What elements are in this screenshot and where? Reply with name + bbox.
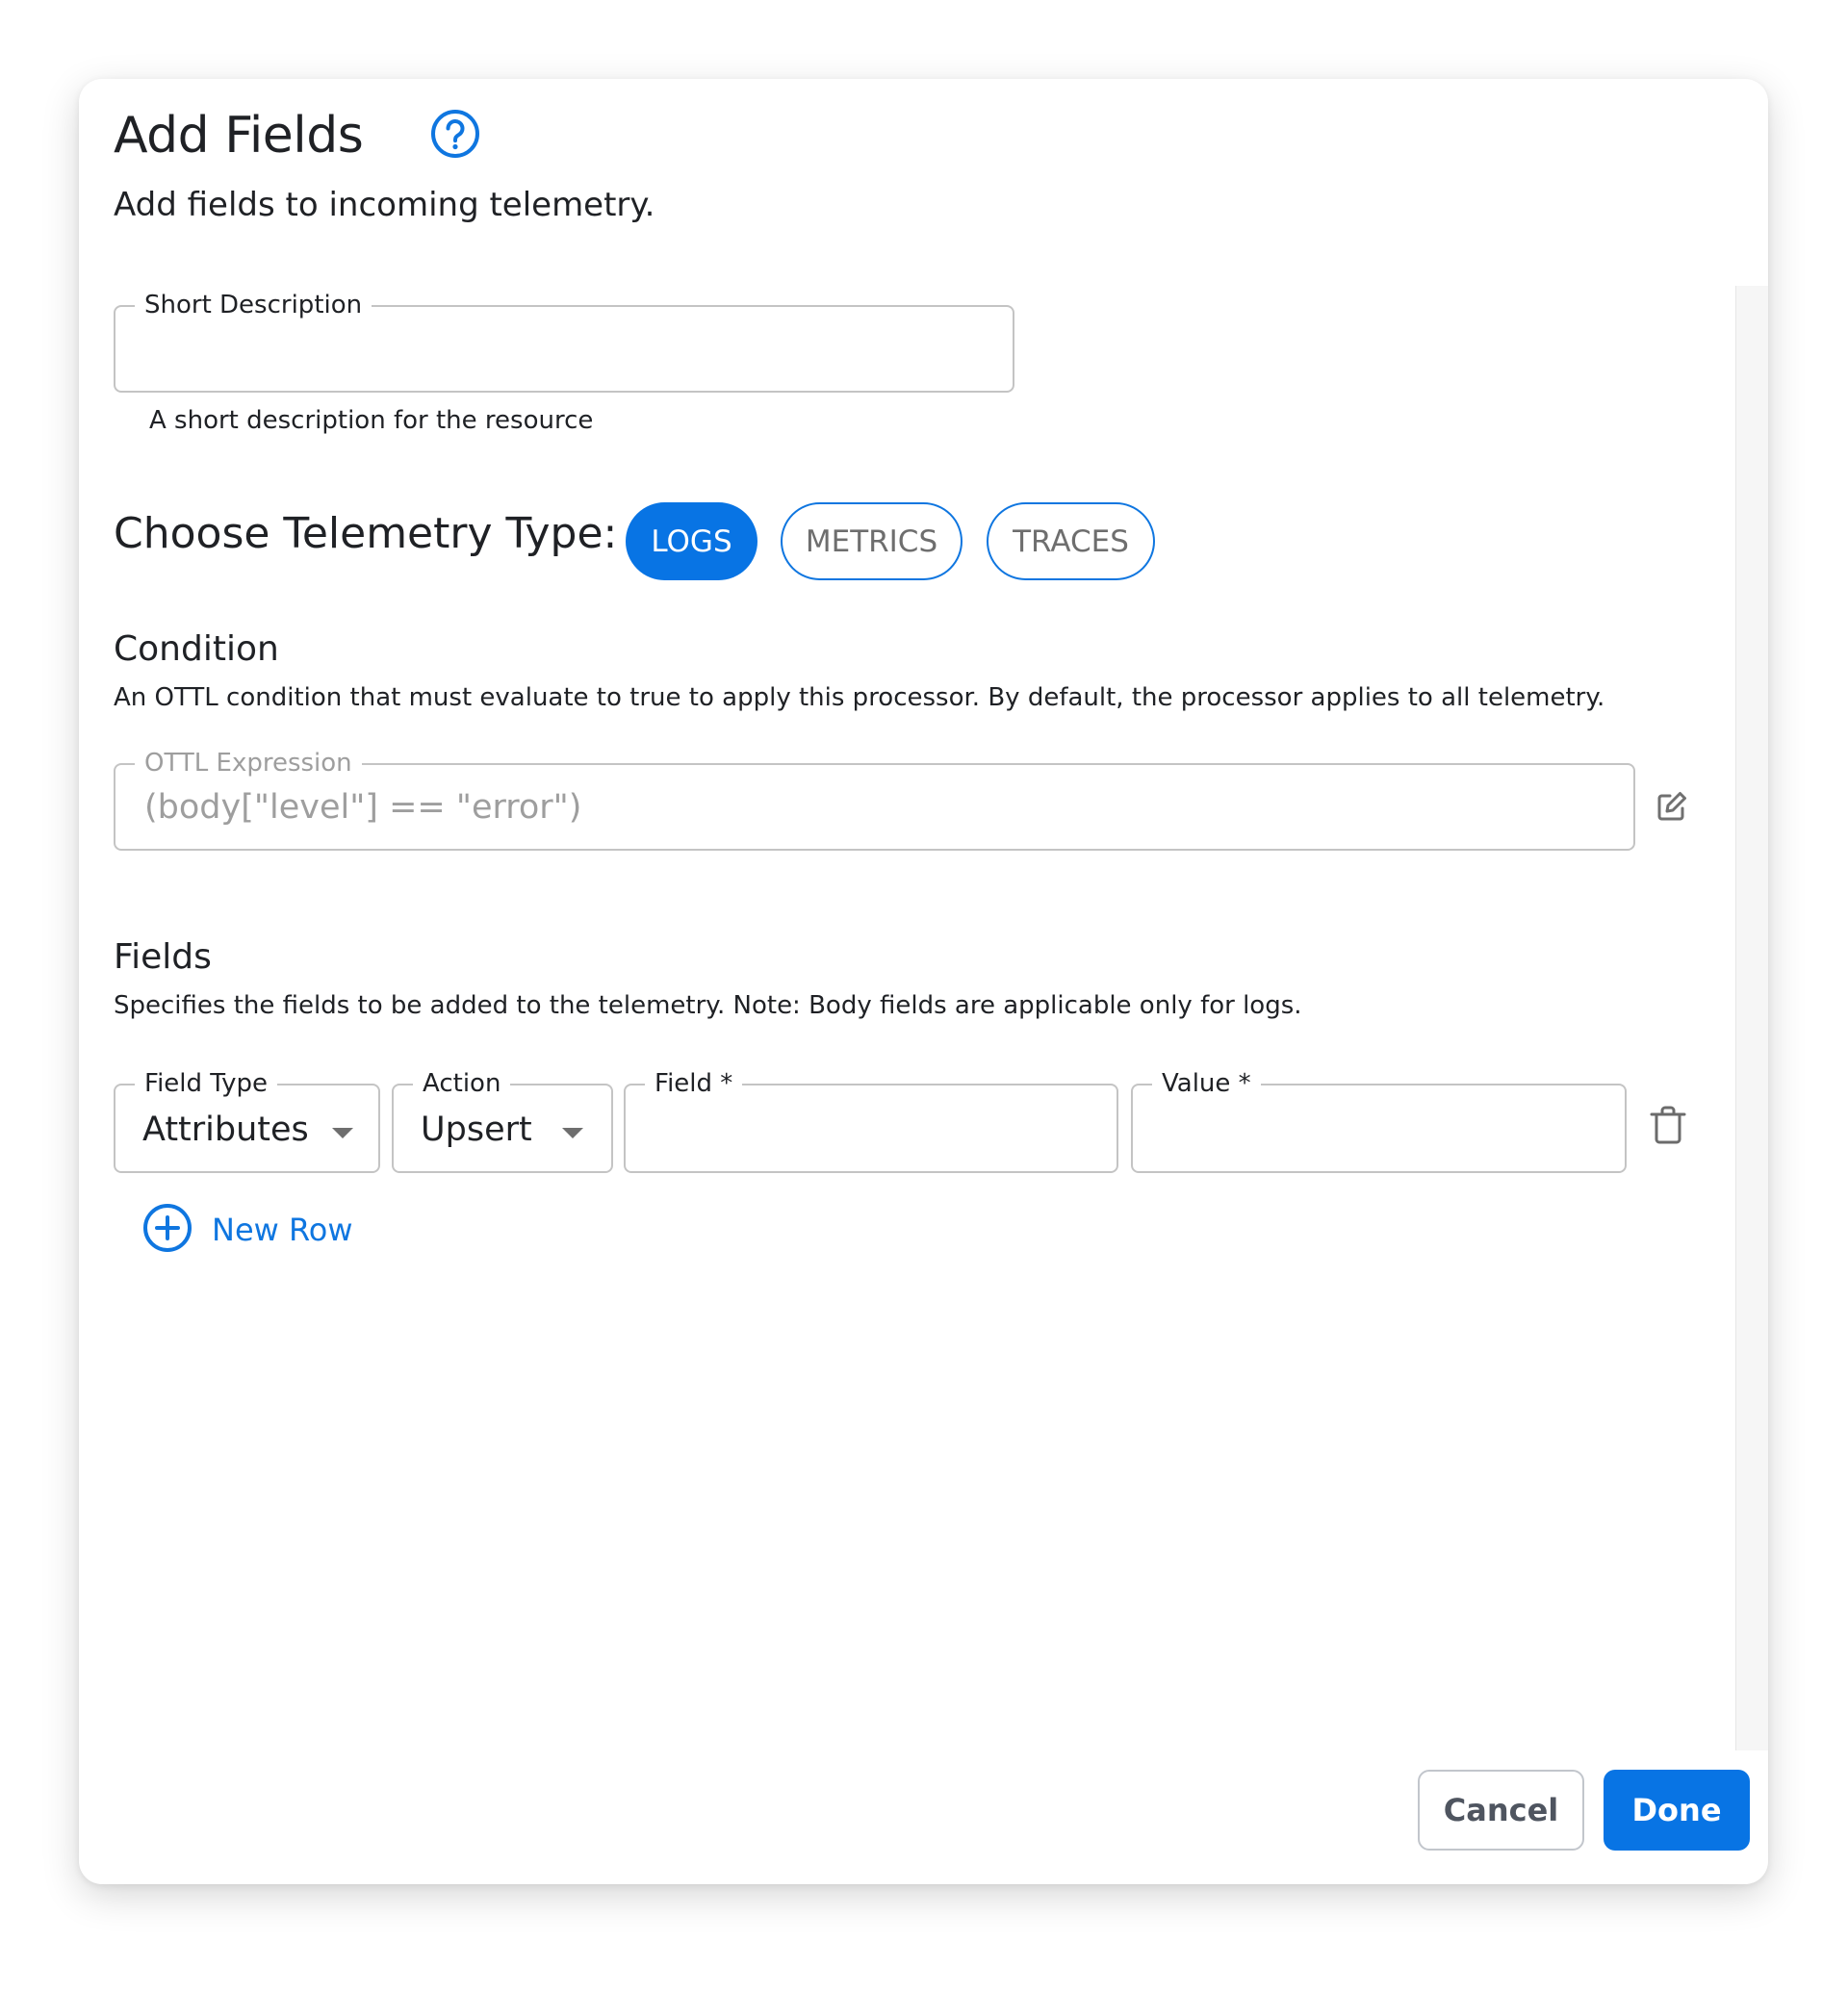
field-type-value: Attributes bbox=[142, 1111, 309, 1149]
action-label: Action bbox=[413, 1069, 511, 1098]
field-value-input[interactable] bbox=[1133, 1085, 1625, 1171]
scrollbar[interactable] bbox=[1735, 286, 1768, 1750]
add-circle-icon bbox=[142, 1203, 192, 1257]
delete-row-icon[interactable] bbox=[1650, 1105, 1686, 1145]
ottl-expression-label: OTTL Expression bbox=[135, 749, 362, 778]
chevron-down-icon bbox=[332, 1128, 353, 1138]
fields-heading: Fields bbox=[114, 937, 212, 977]
done-button[interactable]: Done bbox=[1604, 1770, 1750, 1851]
condition-description: An OTTL condition that must evaluate to … bbox=[114, 683, 1605, 712]
dialog-title: Add Fields bbox=[114, 107, 364, 165]
field-value-field[interactable]: Value * bbox=[1131, 1069, 1627, 1173]
fields-description: Specifies the fields to be added to the … bbox=[114, 991, 1302, 1020]
telemetry-traces-button[interactable]: TRACES bbox=[987, 502, 1155, 580]
cancel-button[interactable]: Cancel bbox=[1418, 1770, 1584, 1851]
field-name-input[interactable] bbox=[626, 1085, 1116, 1171]
action-select[interactable]: Action Upsert bbox=[392, 1069, 613, 1173]
field-type-select[interactable]: Field Type Attributes bbox=[114, 1069, 380, 1173]
chevron-down-icon bbox=[562, 1128, 583, 1138]
short-description-input[interactable] bbox=[116, 307, 1013, 391]
add-fields-dialog: Add Fields Add fields to incoming teleme… bbox=[79, 79, 1768, 1884]
new-row-button[interactable]: New Row bbox=[142, 1203, 353, 1257]
dialog-subtitle: Add fields to incoming telemetry. bbox=[114, 186, 655, 224]
field-type-label: Field Type bbox=[135, 1069, 277, 1098]
short-description-field[interactable]: Short Description bbox=[114, 291, 1014, 393]
telemetry-metrics-button[interactable]: METRICS bbox=[781, 502, 962, 580]
new-row-label: New Row bbox=[212, 1212, 353, 1248]
short-description-helper: A short description for the resource bbox=[149, 406, 594, 435]
telemetry-logs-button[interactable]: LOGS bbox=[626, 502, 757, 580]
ottl-expression-value: (body["level"] == "error") bbox=[144, 788, 582, 827]
ottl-expression-field[interactable]: OTTL Expression (body["level"] == "error… bbox=[114, 749, 1635, 851]
help-icon[interactable] bbox=[430, 109, 480, 159]
edit-icon[interactable] bbox=[1656, 790, 1688, 823]
field-name-field[interactable]: Field * bbox=[624, 1069, 1118, 1173]
condition-heading: Condition bbox=[114, 629, 279, 669]
telemetry-type-label: Choose Telemetry Type: bbox=[114, 509, 618, 558]
action-value: Upsert bbox=[421, 1111, 532, 1149]
